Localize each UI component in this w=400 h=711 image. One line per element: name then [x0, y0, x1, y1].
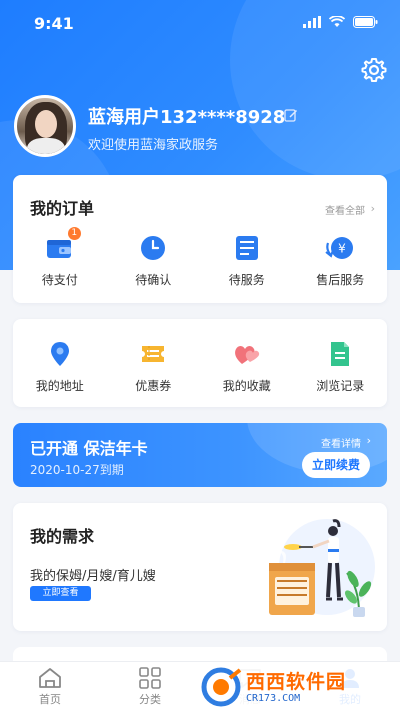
- watermark-logo-icon: [201, 667, 242, 707]
- history-doc-icon: [325, 339, 355, 369]
- tool-label: 我的收藏: [222, 379, 271, 393]
- wallet-icon: 1: [45, 227, 81, 263]
- order-pending-confirm[interactable]: 待确认: [107, 233, 201, 288]
- watermark-subtext: CR173.COM: [246, 692, 301, 704]
- location-pin-icon: [45, 339, 75, 369]
- tab-home[interactable]: 首页: [0, 662, 100, 711]
- cooking-illustration: [269, 519, 375, 617]
- grid-icon: [139, 667, 161, 689]
- order-label: 待支付: [41, 273, 78, 287]
- wifi-icon: [329, 16, 345, 27]
- tools-card: 我的地址 优惠券 我的收藏 浏览记录: [13, 319, 387, 407]
- browse-history[interactable]: 浏览记录: [294, 339, 388, 394]
- welcome-text: 欢迎使用蓝海家政服务: [88, 138, 219, 153]
- user-name[interactable]: 蓝海用户132****8928: [88, 103, 285, 129]
- my-favorites[interactable]: 我的收藏: [200, 339, 294, 394]
- refund-icon: ¥: [325, 233, 355, 263]
- needs-description: 我的保姆/月嫂/育儿嫂: [30, 569, 156, 584]
- site-watermark: 西西软件园 CR173.COM: [196, 665, 386, 709]
- chevron-right-icon: ›: [366, 434, 371, 447]
- view-details-link[interactable]: 查看详情: [321, 435, 361, 450]
- tool-label: 我的地址: [35, 379, 84, 393]
- chevron-right-icon: ›: [370, 202, 375, 215]
- membership-status: 已开通 保洁年卡: [30, 439, 148, 458]
- order-label: 待服务: [228, 273, 265, 287]
- tool-label: 优惠券: [135, 379, 172, 393]
- svg-text:¥: ¥: [338, 242, 346, 256]
- orders-card: 我的订单 查看全部 › 1 待支付 待确认 待服务 ¥ 售后服务: [13, 175, 387, 303]
- order-pending-service[interactable]: 待服务: [200, 233, 294, 288]
- home-icon: [39, 668, 61, 688]
- coupon-icon: [138, 339, 168, 369]
- view-all-orders-link[interactable]: 查看全部: [325, 202, 365, 217]
- battery-icon: [353, 16, 378, 28]
- signal-icon: [303, 16, 321, 28]
- watermark-text: 西西软件园: [246, 670, 347, 693]
- clock-icon: [138, 233, 168, 263]
- orders-title: 我的订单: [30, 199, 95, 218]
- order-label: 待确认: [135, 273, 172, 287]
- heart-icon: [232, 339, 262, 369]
- view-now-button[interactable]: 立即查看: [30, 586, 91, 601]
- edit-icon[interactable]: [284, 108, 298, 122]
- coupons[interactable]: 优惠券: [107, 339, 201, 394]
- order-label: 售后服务: [316, 273, 365, 287]
- pending-payment-badge: 1: [67, 227, 81, 240]
- settings-gear-icon[interactable]: [360, 56, 388, 84]
- order-pending-payment[interactable]: 1 待支付: [13, 227, 107, 288]
- tool-label: 浏览记录: [316, 379, 365, 393]
- next-card-edge: [13, 647, 387, 661]
- renew-button[interactable]: 立即续费: [302, 452, 370, 478]
- service-list-icon: [232, 233, 262, 263]
- order-after-sales[interactable]: ¥ 售后服务: [294, 233, 388, 288]
- membership-expiry: 2020-10-27到期: [30, 463, 124, 477]
- tab-label: 首页: [39, 693, 61, 706]
- tab-category[interactable]: 分类: [100, 662, 200, 711]
- membership-banner[interactable]: 已开通 保洁年卡 2020-10-27到期 查看详情 › 立即续费: [13, 423, 387, 487]
- tab-label: 分类: [139, 693, 161, 706]
- needs-card: 我的需求 我的保姆/月嫂/育儿嫂 立即查看: [13, 503, 387, 631]
- avatar[interactable]: [14, 95, 76, 157]
- needs-title: 我的需求: [30, 527, 95, 546]
- status-time: 9:41: [34, 14, 74, 33]
- status-bar: 9:41: [0, 0, 400, 44]
- my-address[interactable]: 我的地址: [13, 339, 107, 394]
